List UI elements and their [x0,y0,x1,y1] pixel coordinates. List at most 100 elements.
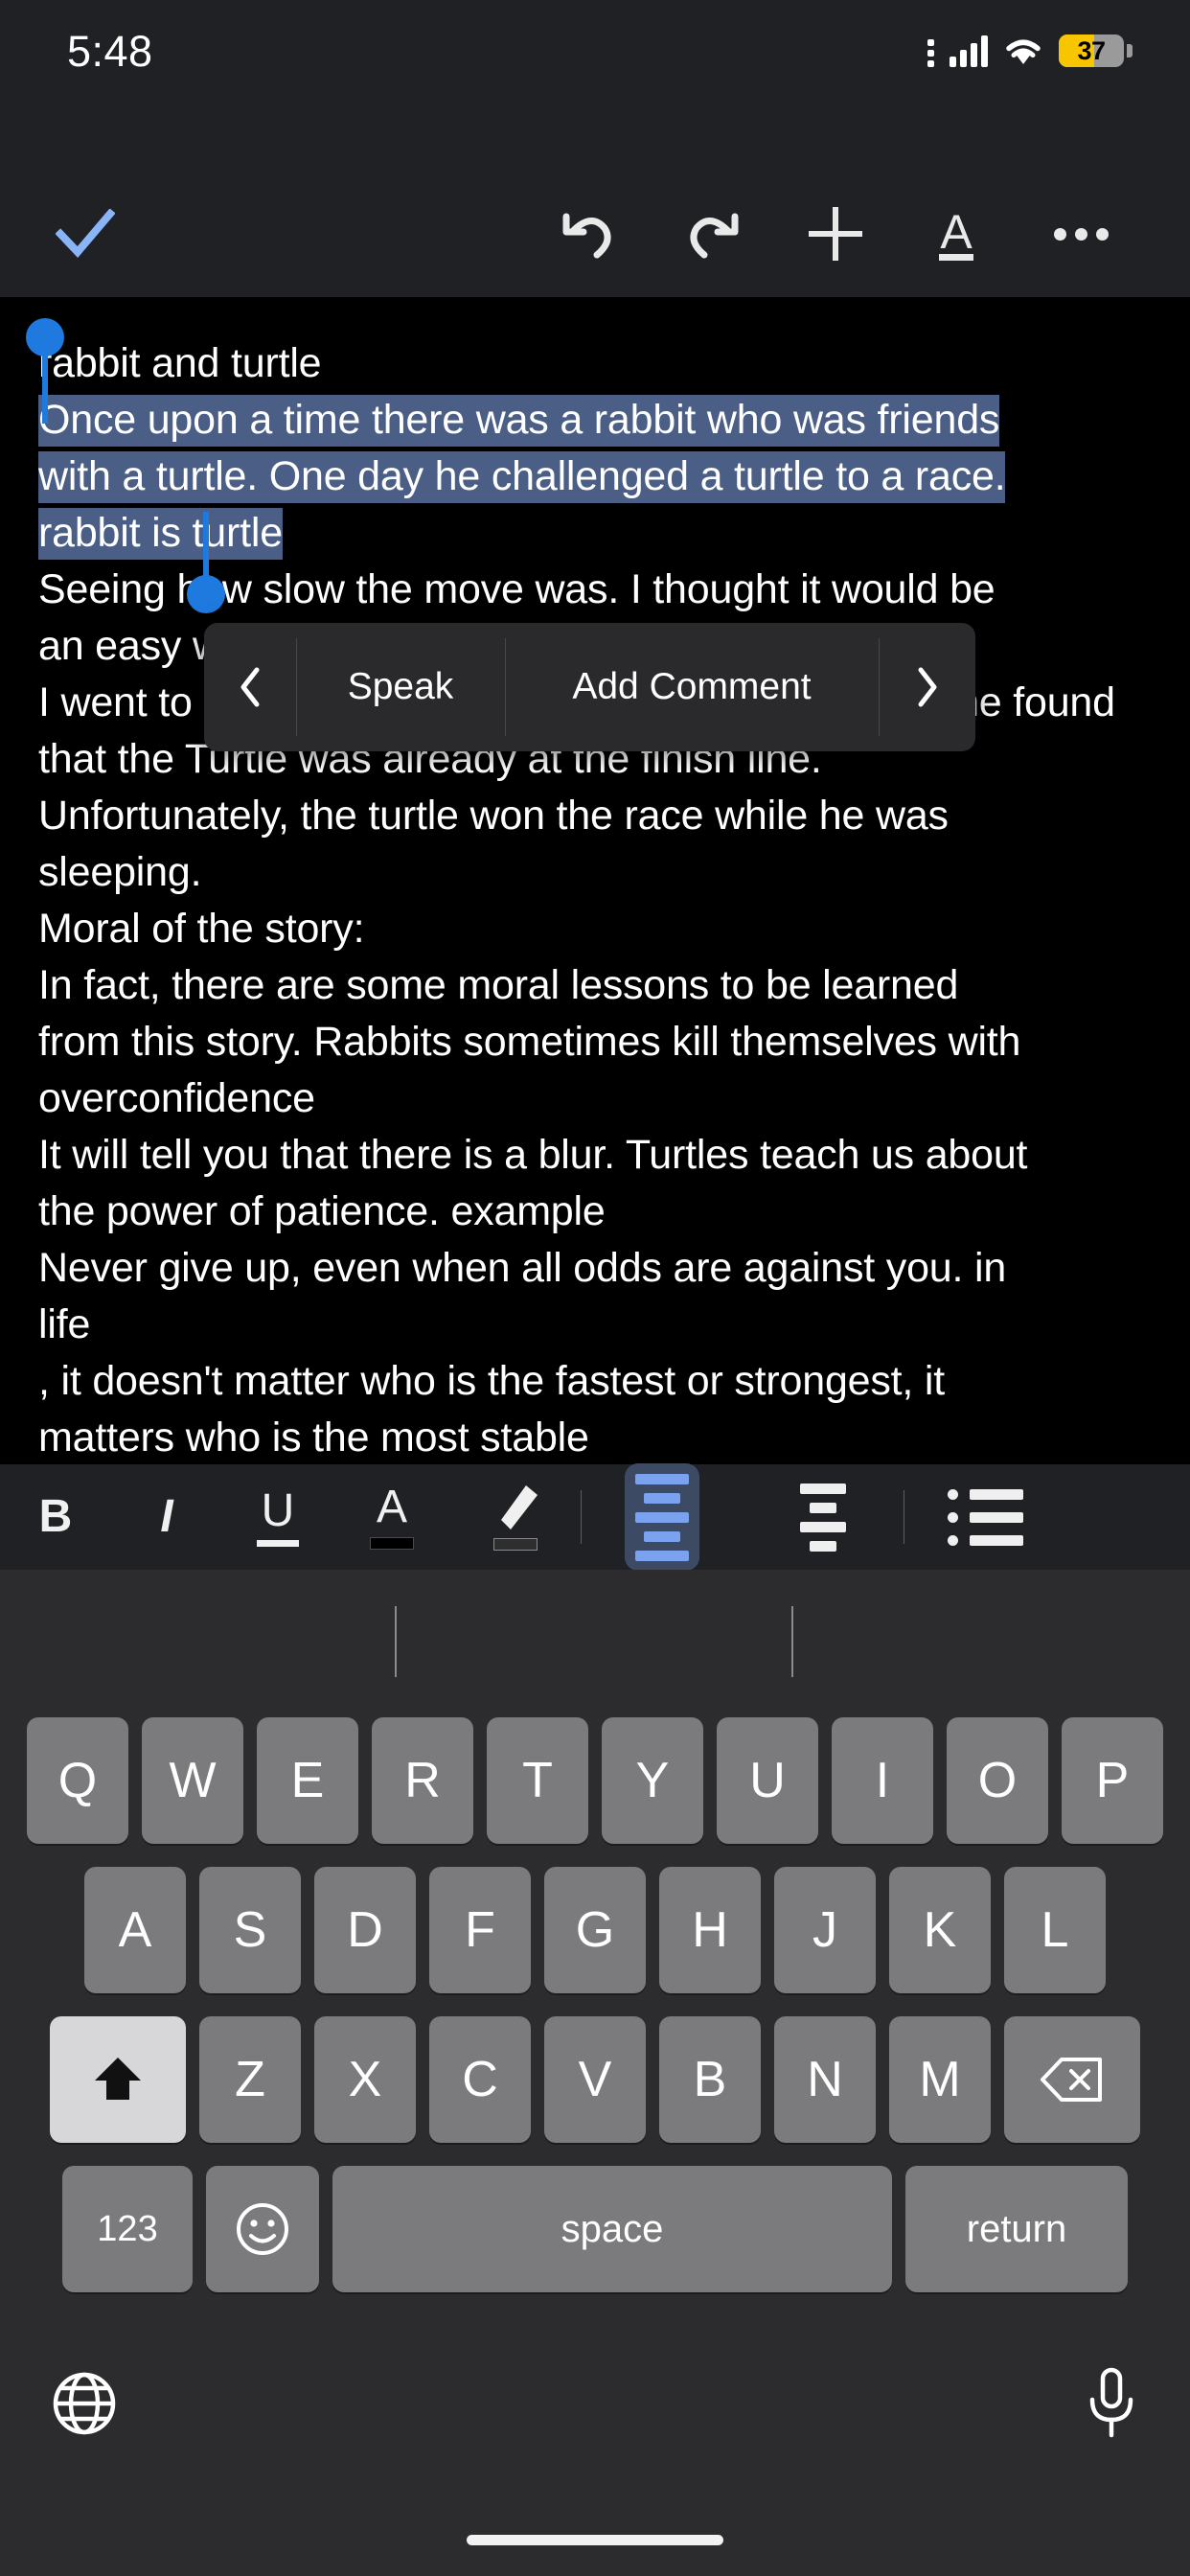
shift-key[interactable] [50,2016,186,2143]
key-i[interactable]: I [832,1717,933,1844]
selection-start-handle[interactable] [42,343,48,424]
key-x[interactable]: X [314,2016,416,2143]
document-line[interactable]: from this story. Rabbits sometimes kill … [38,1014,1152,1070]
undo-button[interactable] [537,171,640,297]
svg-text:A: A [940,205,973,259]
align-center-button[interactable] [743,1464,904,1570]
emoji-key[interactable] [206,2166,319,2292]
keyboard-bottom-row [0,2348,1190,2463]
context-menu-speak-button[interactable]: Speak [296,623,505,751]
key-r[interactable]: R [372,1717,473,1844]
redo-icon [683,207,743,261]
battery-icon: 37 [1059,34,1124,67]
document-line[interactable]: overconfidence [38,1070,1152,1127]
key-b[interactable]: B [659,2016,761,2143]
document-line[interactable]: the power of patience. example [38,1184,1152,1240]
key-v[interactable]: V [544,2016,646,2143]
bullet-list-button[interactable] [904,1464,1065,1570]
key-c[interactable]: C [429,2016,531,2143]
check-icon [56,209,115,259]
text-color-swatch [370,1537,414,1550]
key-o[interactable]: O [947,1717,1048,1844]
return-key[interactable]: return [905,2166,1128,2292]
key-h[interactable]: H [659,1867,761,1993]
document-line[interactable]: In fact, there are some moral lessons to… [38,957,1152,1014]
key-n[interactable]: N [774,2016,876,2143]
key-j[interactable]: J [774,1867,876,1993]
align-left-button[interactable] [582,1464,743,1570]
keyboard-row-3: ZXCVBNM [0,2016,1190,2143]
document-line[interactable]: Once upon a time there was a rabbit who … [38,392,1152,448]
delete-icon [1041,2056,1104,2104]
document-line[interactable]: It will tell you that there is a blur. T… [38,1127,1152,1184]
key-d[interactable]: D [314,1867,416,1993]
document-text[interactable]: rabbit and turtleOnce upon a time there … [0,297,1190,1464]
context-menu-add-comment-button[interactable]: Add Comment [505,623,879,751]
document-line[interactable]: Unfortunately, the turtle won the race w… [38,788,1152,844]
key-w[interactable]: W [142,1717,243,1844]
insert-button[interactable] [784,171,887,297]
document-line[interactable]: sleeping. [38,844,1152,901]
document-line[interactable]: , it doesn't matter who is the fastest o… [38,1353,1152,1410]
space-key[interactable]: space [332,2166,892,2292]
more-options-button[interactable] [1023,171,1138,297]
key-s[interactable]: S [199,1867,301,1993]
document-line[interactable]: matters who is the most stable [38,1410,1152,1464]
cellular-signal-icon [950,34,988,67]
context-menu-previous-button[interactable] [204,623,296,751]
bullet-list-icon [948,1489,1023,1546]
on-screen-keyboard: QWERTYUIOP ASDFGHJKL ZXCVBNM 123 [0,1570,1190,2576]
done-button[interactable] [33,171,138,297]
underline-bar-icon [257,1540,299,1547]
selected-text[interactable]: Once upon a time there was a rabbit who … [38,395,999,447]
text-color-button[interactable]: A [333,1464,450,1570]
numbers-key[interactable]: 123 [62,2166,193,2292]
wifi-icon [1003,35,1043,66]
key-l[interactable]: L [1004,1867,1106,1993]
context-menu-next-button[interactable] [879,623,975,751]
bold-button[interactable]: B [0,1464,111,1570]
key-m[interactable]: M [889,2016,991,2143]
delete-key[interactable] [1004,2016,1140,2143]
align-left-icon [625,1463,699,1571]
highlight-button[interactable] [450,1464,581,1570]
key-u[interactable]: U [717,1717,818,1844]
key-g[interactable]: G [544,1867,646,1993]
document-line[interactable]: with a turtle. One day he challenged a t… [38,448,1152,505]
editor-toolbar: A [0,171,1190,297]
underline-label: U [262,1488,295,1534]
status-bar-indicators: 37 [927,34,1133,67]
redo-button[interactable] [661,171,765,297]
keyboard-row-4: 123 space return [0,2166,1190,2292]
selection-end-handle[interactable] [203,512,209,588]
status-bar-time: 5:48 [67,27,153,77]
key-q[interactable]: Q [27,1717,128,1844]
microphone-key[interactable] [1083,2366,1140,2446]
selected-text[interactable]: with a turtle. One day he challenged a t… [38,451,1005,503]
document-line[interactable]: rabbit and turtle [38,335,1152,392]
document-line[interactable]: life [38,1297,1152,1353]
key-k[interactable]: K [889,1867,991,1993]
bold-label: B [39,1494,73,1540]
highlighter-icon [490,1484,541,1531]
text-color-label: A [377,1484,407,1530]
predictive-divider-2 [791,1606,793,1677]
predictive-text-bar[interactable] [0,1570,1190,1696]
key-p[interactable]: P [1062,1717,1163,1844]
underline-button[interactable]: U [222,1464,333,1570]
italic-button[interactable]: I [111,1464,222,1570]
key-z[interactable]: Z [199,2016,301,2143]
selected-text[interactable]: rabbit is turtle [38,508,283,560]
key-a[interactable]: A [84,1867,186,1993]
document-line[interactable]: Never give up, even when all odds are ag… [38,1240,1152,1297]
key-y[interactable]: Y [602,1717,703,1844]
document-body[interactable]: rabbit and turtleOnce upon a time there … [0,297,1190,1464]
key-t[interactable]: T [487,1717,588,1844]
battery-percent-label: 37 [1059,34,1124,67]
document-line[interactable]: Moral of the story: [38,901,1152,957]
key-f[interactable]: F [429,1867,531,1993]
key-e[interactable]: E [257,1717,358,1844]
text-format-button[interactable]: A [904,171,1008,297]
status-bar: 5:48 37 [0,0,1190,171]
globe-key[interactable] [50,2369,119,2443]
